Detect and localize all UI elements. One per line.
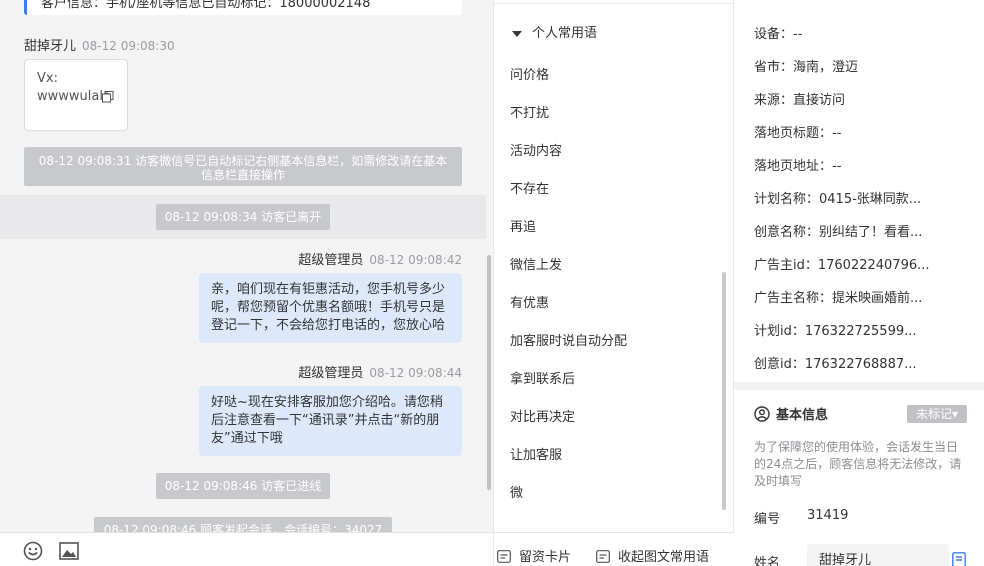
basic-info-title: 基本信息 [776, 408, 829, 423]
message-line: 好哒~现在安排客服加您介绍哈。请您稍 [211, 395, 443, 410]
message-icon [596, 550, 610, 563]
common-phrases-panel: 个人常用语 问价格 不打扰 活动内容 不存在 再追 微信上发 有优惠 加客服时说… [493, 0, 735, 566]
info-source: 来源：直接访问 [754, 93, 846, 108]
emoji-icon[interactable] [23, 541, 43, 561]
mark-status-dropdown[interactable]: 未标记▾ [907, 405, 967, 423]
info-plan-name: 计划名称：0415-张琳同款... [754, 192, 922, 207]
info-creative-id: 创意id：176322768887... [754, 357, 917, 372]
collapse-phrases-label: 收起图文常用语 [618, 550, 710, 565]
chat-scrollbar[interactable] [487, 255, 491, 490]
phrase-item[interactable]: 让加客服 [510, 444, 562, 463]
message-time: 08-12 09:08:42 [369, 253, 462, 267]
sender-name: 超级管理员 [298, 253, 364, 268]
section-title: 个人常用语 [532, 26, 598, 41]
message-line: 友”通过下哦 [211, 431, 283, 446]
section-divider [734, 382, 984, 390]
message-header: 超级管理员 08-12 09:08:44 [298, 362, 462, 381]
info-creative-name: 创意名称：别纠结了！看看... [754, 225, 923, 240]
user-icon [754, 406, 770, 422]
image-icon[interactable] [59, 542, 79, 560]
vx-message-card[interactable]: Vx: wwwwulala [24, 59, 128, 131]
info-plan-id: 计划id：176322725599... [754, 324, 917, 339]
panel-divider [494, 3, 735, 4]
phrase-item[interactable]: 有优惠 [510, 292, 549, 311]
info-landing-url: 落地页地址：-- [754, 159, 842, 174]
number-label: 编号 [754, 512, 781, 527]
phrase-item[interactable]: 加客服时说自动分配 [510, 330, 627, 349]
message-header: 甜掉牙儿 08-12 09:08:30 [24, 35, 175, 54]
basic-info-header: 基本信息 [754, 404, 828, 423]
agent-message-bubble: 亲，咱们现在有钜惠活动，您手机号多少 呢，帮您预留个优惠名额哦！手机号只是 登记… [199, 273, 462, 343]
name-field[interactable] [807, 544, 949, 566]
number-value: 31419 [807, 508, 849, 523]
caret-down-icon [512, 30, 522, 37]
phrase-item[interactable]: 微信上发 [510, 254, 562, 273]
phrase-item[interactable]: 活动内容 [510, 140, 562, 159]
copy-icon[interactable] [102, 91, 114, 103]
message-line: 后注意查看一下“通讯录”并点击“新的朋 [211, 413, 440, 428]
message-header: 超级管理员 08-12 09:08:42 [298, 249, 462, 268]
customer-info-card: 客户信息：手机/座机等信息已自动标记：18000002148 [24, 0, 462, 15]
customer-info-card-text: 客户信息：手机/座机等信息已自动标记：18000002148 [41, 0, 371, 11]
card-icon [497, 550, 511, 563]
collapse-phrases-button[interactable]: 收起图文常用语 [596, 546, 709, 565]
phrase-item[interactable]: 拿到联系后 [510, 368, 575, 387]
visitor-left-notice: 08-12 09:08:34 访客已离开 [156, 204, 330, 230]
info-device: 设备：-- [754, 27, 803, 42]
personal-phrases-toggle[interactable]: 个人常用语 [512, 22, 597, 41]
phrase-item[interactable]: 再追 [510, 216, 536, 235]
message-line: 呢，帮您预留个优惠名额哦！手机号只是 [211, 300, 446, 315]
agent-message-bubble: 好哒~现在安排客服加您介绍哈。请您稍 后注意查看一下“通讯录”并点击“新的朋 友… [199, 386, 462, 456]
phrase-item[interactable]: 对比再决定 [510, 406, 575, 425]
info-advertiser-name: 广告主名称：提米映画婚前... [754, 291, 923, 306]
lead-card-button[interactable]: 留资卡片 [497, 546, 571, 565]
phrase-item[interactable]: 不打扰 [510, 102, 549, 121]
sender-name: 超级管理员 [298, 366, 364, 381]
info-region: 省市：海南，澄迈 [754, 60, 859, 75]
info-advertiser-id: 广告主id：176022240796... [754, 258, 930, 273]
sender-name: 甜掉牙儿 [24, 39, 77, 54]
name-label: 姓名 [754, 556, 781, 566]
visitor-info-panel: 设备：-- 省市：海南，澄迈 来源：直接访问 落地页标题：-- 落地页地址：--… [734, 0, 984, 566]
chat-panel: 客户信息：手机/座机等信息已自动标记：18000002148 甜掉牙儿 08-12… [0, 0, 493, 566]
phrase-item[interactable]: 不存在 [510, 178, 549, 197]
message-line: 亲，咱们现在有钜惠活动，您手机号多少 [211, 282, 446, 297]
message-time: 08-12 09:08:44 [369, 366, 462, 380]
copy-icon[interactable] [952, 552, 966, 566]
lead-card-label: 留资卡片 [519, 550, 572, 565]
privacy-note: 为了保障您的使用体验，会话发生当日的24点之后，顾客信息将无法修改，请及时填写 [754, 440, 962, 488]
phrase-item[interactable]: 微 [510, 482, 523, 501]
visitor-entered-notice: 08-12 09:08:46 访客已进线 [156, 473, 330, 499]
message-time: 08-12 09:08:30 [82, 39, 175, 53]
auto-mark-notice: 08-12 09:08:31 访客微信号已自动标记右侧基本信息栏，如需修改请在基… [24, 147, 462, 186]
info-landing-title: 落地页标题：-- [754, 126, 842, 141]
phrases-scrollbar[interactable] [722, 272, 726, 510]
vx-value: wwwwulala [37, 89, 111, 104]
phrase-item[interactable]: 问价格 [510, 64, 549, 83]
vx-label: Vx: [37, 71, 58, 86]
message-line: 登记一下，不会给您打电话的，您放心哈 [211, 318, 446, 333]
